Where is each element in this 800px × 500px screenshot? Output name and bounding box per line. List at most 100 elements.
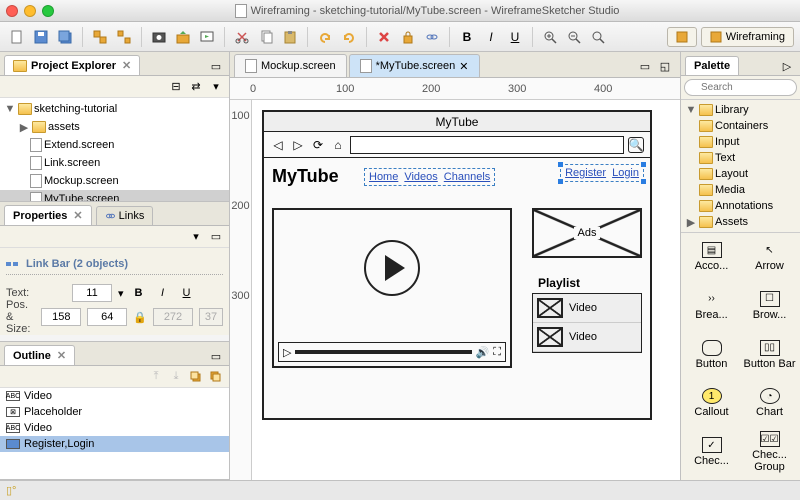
undo-button[interactable] <box>314 26 336 48</box>
link-button[interactable] <box>421 26 443 48</box>
save-all-button[interactable] <box>54 26 76 48</box>
palette-category[interactable]: Containers <box>683 118 798 134</box>
ads-placeholder[interactable]: Ads <box>532 208 642 258</box>
tree-folder-assets[interactable]: ▶assets <box>0 118 229 136</box>
lock-button[interactable] <box>397 26 419 48</box>
screenshot-button[interactable] <box>148 26 170 48</box>
font-size-input[interactable] <box>72 284 112 302</box>
fullscreen-icon[interactable]: ⛶ <box>493 346 501 359</box>
close-tab-icon[interactable]: ✕ <box>459 60 468 73</box>
player-controls[interactable]: ▷ 🔊 ⛶ <box>278 342 506 362</box>
minimize-view-button[interactable]: ▭ <box>207 347 225 365</box>
palette-item-arrow[interactable]: ↖Arrow <box>741 235 798 279</box>
play-small-icon[interactable]: ▷ <box>283 346 291 359</box>
minimize-view-button[interactable]: ▭ <box>207 228 225 246</box>
ungroup-button[interactable] <box>113 26 135 48</box>
properties-tab[interactable]: Properties✕ <box>4 205 92 225</box>
close-tab-icon[interactable]: ✕ <box>73 209 82 222</box>
pos-y-input[interactable] <box>87 308 127 326</box>
outline-up-button[interactable]: ⤒ <box>147 368 165 386</box>
auth-link-login[interactable]: Login <box>612 167 639 179</box>
palette-library-node[interactable]: ▼Library <box>683 102 798 118</box>
progress-bar[interactable] <box>295 350 471 354</box>
tree-file[interactable]: Extend.screen <box>0 136 229 154</box>
properties-menu-button[interactable]: ▾ <box>187 228 205 246</box>
outline-item[interactable]: ⊠Placeholder <box>0 404 229 420</box>
back-icon[interactable]: ◁ <box>270 137 286 153</box>
minimize-window-button[interactable] <box>24 5 36 17</box>
palette-item-buttonbar[interactable]: ▯▯Button Bar <box>741 333 798 377</box>
palette-item-button[interactable]: Button <box>683 333 740 377</box>
links-tab[interactable]: Links <box>96 206 154 225</box>
minimize-editor-button[interactable]: ▭ <box>636 57 654 75</box>
link-editor-button[interactable]: ⇄ <box>187 78 205 96</box>
group-button[interactable] <box>89 26 111 48</box>
outline-bring-front-button[interactable] <box>187 368 205 386</box>
search-icon[interactable]: 🔍 <box>628 137 644 153</box>
palette-category[interactable]: Media <box>683 182 798 198</box>
project-tree[interactable]: ▼sketching-tutorial ▶assets Extend.scree… <box>0 98 229 201</box>
palette-category[interactable]: Layout <box>683 166 798 182</box>
zoom-window-button[interactable] <box>42 5 54 17</box>
nav-link-videos[interactable]: Videos <box>404 171 437 183</box>
palette-item-grid[interactable]: ▤Acco... ↖Arrow ››Brea... ☐Brow... Butto… <box>681 233 800 480</box>
tree-project[interactable]: ▼sketching-tutorial <box>0 100 229 118</box>
palette-assets-node[interactable]: ▶Assets <box>683 214 798 230</box>
delete-button[interactable] <box>373 26 395 48</box>
reload-icon[interactable]: ⟳ <box>310 137 326 153</box>
close-tab-icon[interactable]: ✕ <box>122 59 131 72</box>
underline-toggle[interactable]: U <box>178 282 196 304</box>
outline-down-button[interactable]: ⤓ <box>167 368 185 386</box>
underline-button[interactable]: U <box>504 26 526 48</box>
browser-mockup[interactable]: MyTube ◁ ▷ ⟳ ⌂ 🔍 MyTube Home <box>262 110 652 420</box>
close-window-button[interactable] <box>6 5 18 17</box>
play-button-icon[interactable] <box>364 240 420 296</box>
bold-toggle[interactable]: B <box>130 282 148 304</box>
size-w-input[interactable] <box>153 308 193 326</box>
view-menu-button[interactable]: ▾ <box>207 78 225 96</box>
lock-aspect-icon[interactable]: 🔒 <box>133 311 147 324</box>
outline-tab[interactable]: Outline✕ <box>4 345 75 365</box>
minimize-view-button[interactable]: ▭ <box>207 57 225 75</box>
save-button[interactable] <box>30 26 52 48</box>
zoom-out-button[interactable] <box>563 26 585 48</box>
horizontal-ruler[interactable]: 0100200300400 <box>230 78 680 100</box>
auth-link-register[interactable]: Register <box>565 167 606 179</box>
cut-button[interactable] <box>231 26 253 48</box>
playlist-item[interactable]: Video <box>533 323 641 352</box>
copy-button[interactable] <box>255 26 277 48</box>
close-tab-icon[interactable]: ✕ <box>57 349 66 362</box>
volume-icon[interactable]: 🔊 <box>476 346 490 359</box>
redo-button[interactable] <box>338 26 360 48</box>
outline-send-back-button[interactable] <box>207 368 225 386</box>
pos-x-input[interactable] <box>41 308 81 326</box>
paste-button[interactable] <box>279 26 301 48</box>
palette-item-checkbox-group[interactable]: ☑☑Chec... Group <box>741 430 798 474</box>
present-button[interactable] <box>196 26 218 48</box>
playlist[interactable]: Video Video <box>532 293 642 353</box>
palette-search-input[interactable] <box>684 79 797 96</box>
palette-category[interactable]: Annotations <box>683 198 798 214</box>
perspective-wireframing[interactable]: Wireframing <box>701 27 794 47</box>
palette-item-callout[interactable]: 1Callout <box>683 381 740 425</box>
font-size-dropdown[interactable]: ▾ <box>118 287 124 300</box>
outline-item[interactable]: ABCVideo <box>0 420 229 436</box>
maximize-editor-button[interactable]: ◱ <box>656 57 674 75</box>
forward-icon[interactable]: ▷ <box>290 137 306 153</box>
zoom-in-button[interactable] <box>539 26 561 48</box>
palette-category[interactable]: Text <box>683 150 798 166</box>
tree-file-selected[interactable]: MyTube.screen <box>0 190 229 201</box>
editor-tab-mockup[interactable]: Mockup.screen <box>234 54 347 77</box>
bold-button[interactable]: B <box>456 26 478 48</box>
italic-toggle[interactable]: I <box>154 282 172 304</box>
zoom-fit-button[interactable] <box>587 26 609 48</box>
palette-item-chart[interactable]: ◔Chart <box>741 381 798 425</box>
palette-tab[interactable]: Palette <box>685 56 739 75</box>
size-h-input[interactable] <box>199 308 223 326</box>
outline-list[interactable]: ABCVideo ⊠Placeholder ABCVideo Register,… <box>0 388 229 479</box>
palette-chevron-icon[interactable]: ▷ <box>778 57 796 75</box>
export-button[interactable] <box>172 26 194 48</box>
palette-item-browser[interactable]: ☐Brow... <box>741 284 798 328</box>
nav-link-channels[interactable]: Channels <box>444 171 490 183</box>
video-player-mockup[interactable]: ▷ 🔊 ⛶ <box>272 208 512 368</box>
